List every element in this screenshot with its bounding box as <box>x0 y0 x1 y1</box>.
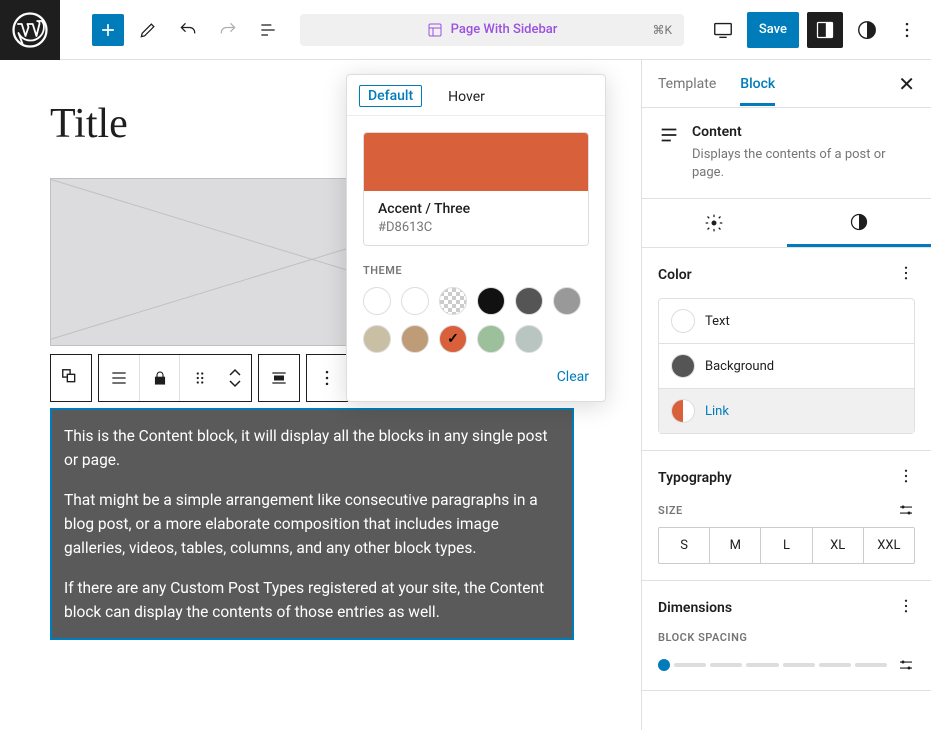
size-s[interactable]: S <box>659 528 709 563</box>
theme-label: THEME <box>363 264 589 277</box>
size-m[interactable]: M <box>709 528 760 563</box>
theme-swatch[interactable] <box>439 287 467 315</box>
block-spacing-slider[interactable] <box>658 659 887 671</box>
styles-button[interactable] <box>851 14 883 46</box>
save-button[interactable]: Save <box>747 12 799 48</box>
settings-tab-general[interactable] <box>642 199 787 247</box>
content-block-icon <box>658 124 680 182</box>
color-panel-more[interactable] <box>897 264 915 286</box>
content-paragraph: If there are any Custom Post Types regis… <box>64 576 560 624</box>
theme-swatch[interactable] <box>401 287 429 315</box>
tab-block[interactable]: Block <box>740 62 775 106</box>
color-preview-swatch <box>364 133 588 191</box>
color-option-label: Text <box>705 314 730 329</box>
add-block-button[interactable] <box>92 14 124 46</box>
background-color-swatch <box>671 354 695 378</box>
color-option-link[interactable]: Link <box>659 388 914 433</box>
dimensions-panel: Dimensions BLOCK SPACING <box>642 581 931 691</box>
block-summary-description: Displays the contents of a post or page. <box>692 146 915 182</box>
color-option-text[interactable]: Text <box>659 299 914 343</box>
selected-color-hex: #D8613C <box>378 220 574 235</box>
keyboard-shortcut: ⌘K <box>652 23 672 37</box>
size-settings-icon[interactable] <box>897 501 915 519</box>
page-name: Page With Sidebar <box>451 22 558 37</box>
undo-button[interactable] <box>172 14 204 46</box>
size-l[interactable]: L <box>760 528 811 563</box>
color-panel-title: Color <box>658 267 692 283</box>
typography-panel-more[interactable] <box>897 467 915 489</box>
dimensions-panel-more[interactable] <box>897 597 915 619</box>
align-button[interactable] <box>99 355 139 401</box>
more-options-button[interactable] <box>891 14 923 46</box>
clear-button[interactable]: Clear <box>363 369 589 385</box>
color-option-background[interactable]: Background <box>659 343 914 388</box>
theme-swatch[interactable] <box>515 287 543 315</box>
page-selector[interactable]: Page With Sidebar ⌘K <box>300 14 684 46</box>
color-option-label: Link <box>705 404 729 419</box>
popover-tab-default[interactable]: Default <box>359 85 422 107</box>
size-buttons: S M L XL XXL <box>658 527 915 564</box>
color-picker-popover: Default Hover Accent / Three #D8613C THE… <box>346 74 606 402</box>
typography-panel: Typography SIZE S M L XL XXL <box>642 451 931 581</box>
popover-tab-hover[interactable]: Hover <box>438 85 495 115</box>
text-color-swatch <box>671 309 695 333</box>
block-more-button[interactable] <box>307 355 347 401</box>
content-block[interactable]: This is the Content block, it will displ… <box>50 408 574 640</box>
document-outline-button[interactable] <box>252 14 284 46</box>
content-paragraph: This is the Content block, it will displ… <box>64 424 560 472</box>
edit-icon[interactable] <box>132 14 164 46</box>
size-xl[interactable]: XL <box>812 528 863 563</box>
block-summary: Content Displays the contents of a post … <box>642 108 931 199</box>
wordpress-logo[interactable] <box>0 0 60 60</box>
theme-swatch[interactable] <box>363 287 391 315</box>
lock-button[interactable] <box>139 355 179 401</box>
theme-swatch[interactable] <box>363 325 391 353</box>
block-spacing-label: BLOCK SPACING <box>658 631 915 644</box>
theme-swatches <box>363 287 589 353</box>
color-option-label: Background <box>705 359 774 374</box>
close-icon[interactable]: ✕ <box>898 72 915 96</box>
layout-icon <box>427 22 443 38</box>
theme-swatch[interactable] <box>477 287 505 315</box>
content-paragraph: That might be a simple arrangement like … <box>64 488 560 560</box>
tab-template[interactable]: Template <box>658 62 716 106</box>
theme-swatch[interactable] <box>439 325 467 353</box>
redo-button[interactable] <box>212 14 244 46</box>
link-color-swatch <box>671 399 695 423</box>
move-buttons[interactable] <box>219 355 251 401</box>
selected-color-name: Accent / Three <box>378 201 574 217</box>
size-xxl[interactable]: XXL <box>863 528 914 563</box>
dimensions-panel-title: Dimensions <box>658 600 732 616</box>
size-label: SIZE <box>658 504 683 517</box>
theme-swatch[interactable] <box>477 325 505 353</box>
block-summary-title: Content <box>692 124 915 140</box>
block-type-button[interactable] <box>51 355 91 401</box>
settings-sidebar: Template Block ✕ Content Displays the co… <box>641 60 931 730</box>
width-button[interactable] <box>259 355 299 401</box>
top-toolbar: Page With Sidebar ⌘K Save <box>0 0 931 60</box>
drag-handle[interactable] <box>179 355 219 401</box>
theme-swatch[interactable] <box>515 325 543 353</box>
view-button[interactable] <box>707 14 739 46</box>
color-panel: Color Text Background Link <box>642 248 931 451</box>
theme-swatch[interactable] <box>553 287 581 315</box>
settings-tab-styles[interactable] <box>787 199 931 247</box>
typography-panel-title: Typography <box>658 470 732 486</box>
settings-panel-toggle[interactable] <box>807 12 843 48</box>
spacing-settings-icon[interactable] <box>897 656 915 674</box>
theme-swatch[interactable] <box>401 325 429 353</box>
color-preview[interactable]: Accent / Three #D8613C <box>363 132 589 246</box>
